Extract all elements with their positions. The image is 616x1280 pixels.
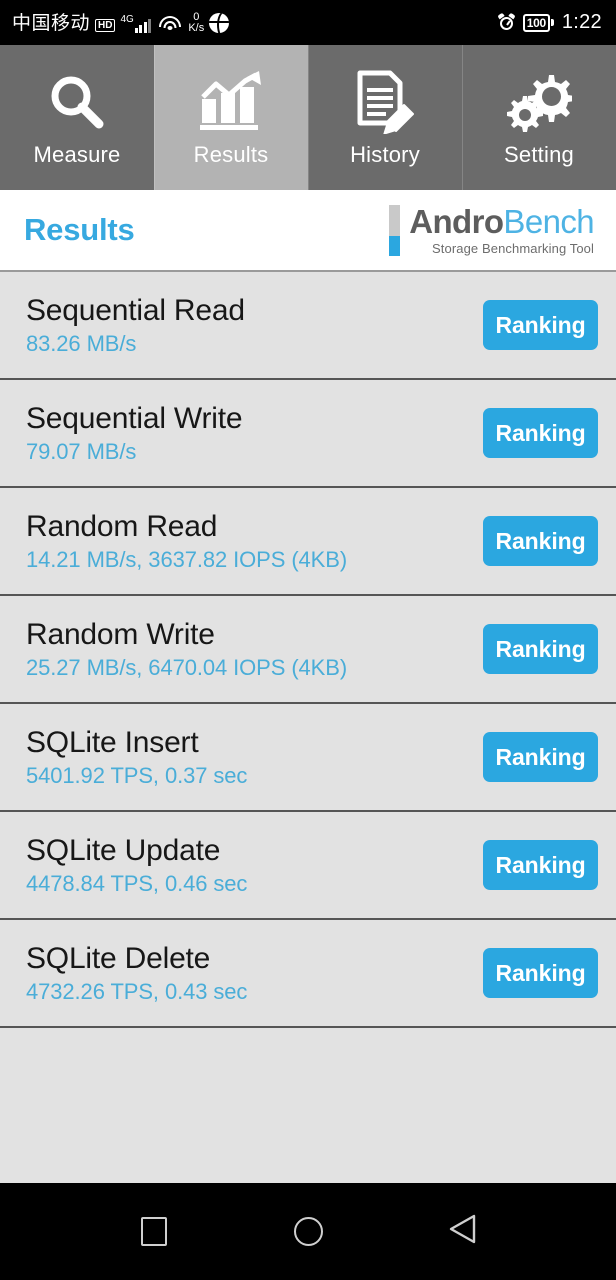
recents-icon bbox=[141, 1217, 167, 1246]
row-text: SQLite Delete 4732.26 TPS, 0.43 sec bbox=[26, 941, 248, 1004]
tab-bar: Measure Results History Setting bbox=[0, 45, 616, 190]
data-speed-value: 0 bbox=[193, 10, 200, 23]
battery-level-label: 100 bbox=[522, 13, 550, 32]
ranking-button[interactable]: Ranking bbox=[483, 948, 598, 998]
logo-andro: Andro bbox=[409, 202, 504, 240]
result-title: SQLite Delete bbox=[26, 941, 211, 975]
tab-history-label: History bbox=[350, 141, 420, 167]
row-text: Sequential Write 79.07 MB/s bbox=[26, 401, 243, 464]
row-text: SQLite Update 4478.84 TPS, 0.46 sec bbox=[26, 833, 248, 896]
ranking-button[interactable]: Ranking bbox=[483, 624, 598, 674]
back-icon bbox=[448, 1213, 476, 1250]
result-title: SQLite Update bbox=[26, 833, 221, 867]
status-bar-right: 100 1:22 bbox=[497, 11, 602, 34]
logo-bench: Bench bbox=[503, 202, 594, 240]
row-text: SQLite Insert 5401.92 TPS, 0.37 sec bbox=[26, 725, 248, 788]
result-title: Sequential Read bbox=[26, 293, 245, 327]
table-row[interactable]: SQLite Insert 5401.92 TPS, 0.37 sec Rank… bbox=[0, 704, 616, 812]
status-bar: 中国移动 HD 4G 0 K/s 100 1:22 bbox=[0, 0, 616, 45]
logo-accent-bar bbox=[389, 204, 401, 256]
recents-button[interactable] bbox=[127, 1205, 181, 1259]
tab-results[interactable]: Results bbox=[154, 45, 308, 190]
result-title: Random Read bbox=[26, 509, 218, 543]
result-value: 79.07 MB/s bbox=[26, 438, 137, 464]
result-title: Random Write bbox=[26, 617, 215, 651]
row-text: Random Write 25.27 MB/s, 6470.04 IOPS (4… bbox=[26, 617, 348, 680]
network-type-label: 4G bbox=[120, 13, 134, 25]
row-text: Random Read 14.21 MB/s, 3637.82 IOPS (4K… bbox=[26, 509, 348, 572]
tab-setting-label: Setting bbox=[504, 141, 574, 167]
list-empty-area bbox=[0, 1028, 616, 1168]
table-row[interactable]: Random Write 25.27 MB/s, 6470.04 IOPS (4… bbox=[0, 596, 616, 704]
alarm-icon bbox=[497, 12, 516, 31]
hd-icon: HD bbox=[95, 18, 116, 32]
signal-bars-icon: 4G bbox=[120, 13, 152, 33]
home-button[interactable] bbox=[281, 1205, 335, 1259]
result-value: 4732.26 TPS, 0.43 sec bbox=[26, 978, 248, 1004]
home-icon bbox=[293, 1217, 323, 1246]
ranking-button[interactable]: Ranking bbox=[483, 516, 598, 566]
logo-wordmark: AndroBench bbox=[409, 205, 594, 238]
tab-results-label: Results bbox=[193, 141, 269, 167]
ranking-button[interactable]: Ranking bbox=[483, 408, 598, 458]
data-speed-unit: K/s bbox=[188, 21, 205, 34]
gears-icon bbox=[506, 68, 572, 136]
back-button[interactable] bbox=[435, 1205, 489, 1259]
logo-text: AndroBench Storage Benchmarking Tool bbox=[409, 205, 594, 256]
result-value: 25.27 MB/s, 6470.04 IOPS (4KB) bbox=[26, 654, 348, 680]
result-value: 83.26 MB/s bbox=[26, 330, 137, 356]
tab-measure-label: Measure bbox=[33, 141, 121, 167]
clock-label: 1:22 bbox=[561, 11, 602, 33]
table-row[interactable]: Random Read 14.21 MB/s, 3637.82 IOPS (4K… bbox=[0, 488, 616, 596]
page-title: Results bbox=[24, 212, 135, 247]
status-bar-left: 中国移动 HD 4G 0 K/s bbox=[12, 10, 230, 34]
table-row[interactable]: Sequential Write 79.07 MB/s Ranking bbox=[0, 380, 616, 488]
page-header: Results AndroBench Storage Benchmarking … bbox=[0, 190, 616, 272]
wifi-icon bbox=[159, 15, 182, 33]
result-value: 4478.84 TPS, 0.46 sec bbox=[26, 870, 248, 896]
result-title: SQLite Insert bbox=[26, 725, 199, 759]
bar-chart-icon bbox=[199, 68, 263, 136]
magnifier-icon bbox=[46, 68, 108, 136]
table-row[interactable]: SQLite Delete 4732.26 TPS, 0.43 sec Rank… bbox=[0, 920, 616, 1028]
table-row[interactable]: SQLite Update 4478.84 TPS, 0.46 sec Rank… bbox=[0, 812, 616, 920]
ranking-button[interactable]: Ranking bbox=[483, 840, 598, 890]
globe-icon bbox=[209, 12, 230, 33]
results-list: Sequential Read 83.26 MB/s Ranking Seque… bbox=[0, 272, 616, 1168]
battery-icon: 100 bbox=[522, 13, 554, 32]
ranking-button[interactable]: Ranking bbox=[483, 732, 598, 782]
phone-screen: 中国移动 HD 4G 0 K/s 100 1:22 Measure Result… bbox=[0, 0, 616, 1280]
result-value: 5401.92 TPS, 0.37 sec bbox=[26, 762, 248, 788]
logo-subtitle: Storage Benchmarking Tool bbox=[432, 240, 594, 256]
android-navigation-bar bbox=[0, 1183, 616, 1280]
document-pencil-icon bbox=[354, 68, 416, 136]
androbench-logo: AndroBench Storage Benchmarking Tool bbox=[389, 204, 595, 256]
tab-setting[interactable]: Setting bbox=[462, 45, 616, 190]
signal-bars-glyph bbox=[134, 18, 152, 33]
tab-history[interactable]: History bbox=[308, 45, 462, 190]
row-text: Sequential Read 83.26 MB/s bbox=[26, 293, 245, 356]
carrier-label: 中国移动 bbox=[12, 12, 91, 34]
tab-measure[interactable]: Measure bbox=[0, 45, 154, 190]
ranking-button[interactable]: Ranking bbox=[483, 300, 598, 350]
data-speed-icon: 0 K/s bbox=[188, 10, 205, 34]
result-value: 14.21 MB/s, 3637.82 IOPS (4KB) bbox=[26, 546, 348, 572]
result-title: Sequential Write bbox=[26, 401, 243, 435]
table-row[interactable]: Sequential Read 83.26 MB/s Ranking bbox=[0, 272, 616, 380]
